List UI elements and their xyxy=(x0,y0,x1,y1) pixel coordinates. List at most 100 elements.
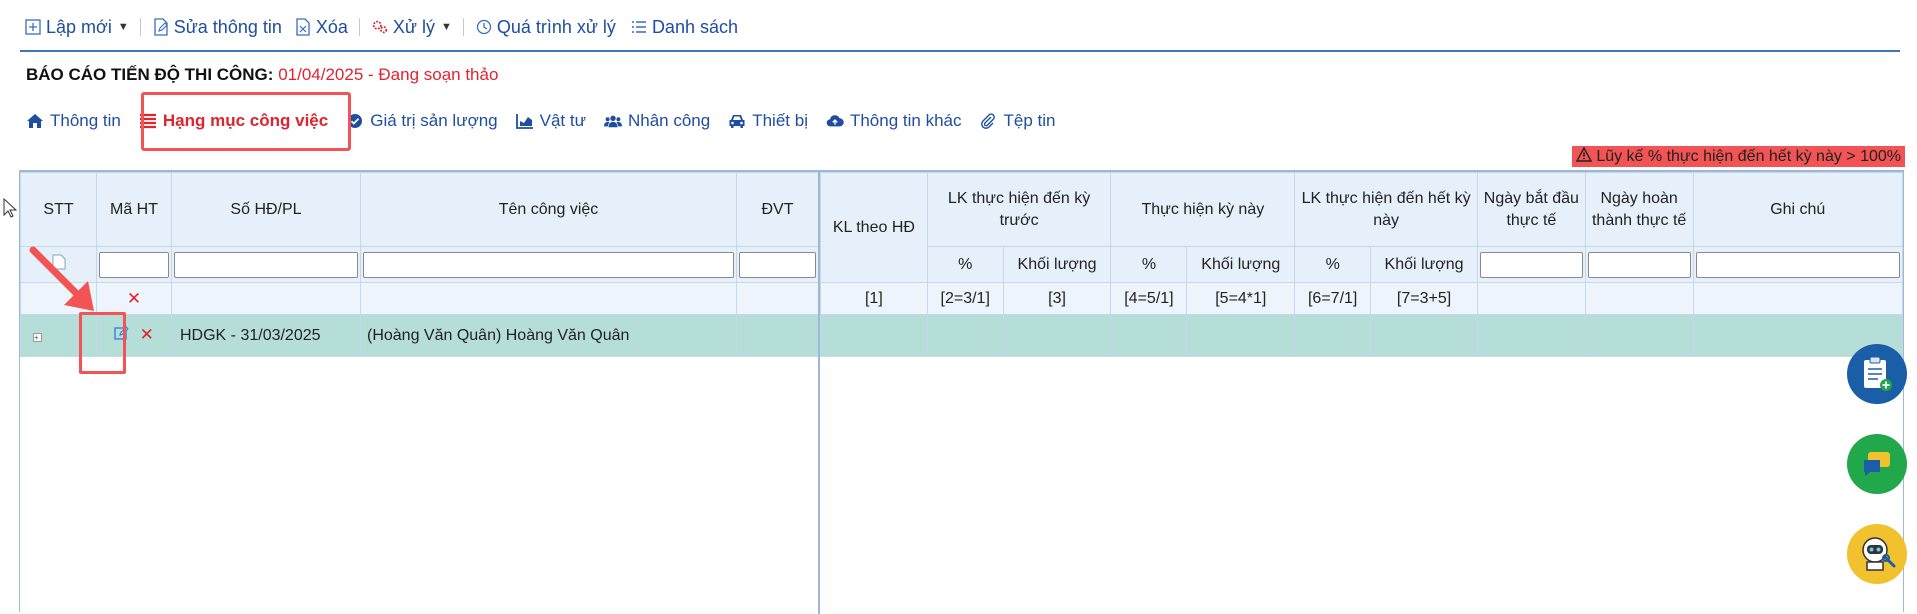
data-cell[interactable] xyxy=(926,314,1004,357)
col-header-kl-theo-hd[interactable]: KL theo HĐ xyxy=(820,172,928,283)
list-button[interactable]: Danh sách xyxy=(630,17,738,38)
formula-cell xyxy=(1584,282,1694,315)
warning-icon xyxy=(1576,146,1593,167)
col-header-stt[interactable]: STT xyxy=(20,172,97,247)
users-icon xyxy=(603,112,622,130)
tab-output-value[interactable]: Giá trị sản lượng xyxy=(346,111,498,131)
chevron-down-icon: ▼ xyxy=(117,21,129,33)
subheader-pct: % xyxy=(926,246,1004,283)
mouse-cursor-icon xyxy=(3,198,17,218)
col-header-ngay-bat-dau[interactable]: Ngày bắt đầu thực tế xyxy=(1476,172,1586,247)
formula-cell xyxy=(360,282,737,315)
formula-cell: [1] xyxy=(820,282,928,315)
data-cell[interactable] xyxy=(1110,314,1188,357)
filter-ma-ht-input[interactable] xyxy=(99,251,169,278)
list-icon xyxy=(630,18,648,36)
annotation-arrow-icon xyxy=(29,246,94,311)
filter-ngay-bat-dau-input[interactable] xyxy=(1479,251,1583,278)
formula-cell xyxy=(1692,282,1904,315)
warning-text: Lũy kế % thực hiện đến hết kỳ này > 100% xyxy=(1596,147,1901,165)
work-name-cell[interactable]: (Hoàng Văn Quân) Hoàng Văn Quân xyxy=(360,314,737,357)
data-cell[interactable] xyxy=(1370,314,1478,357)
clock-icon xyxy=(475,18,493,36)
toolbar-divider xyxy=(358,18,360,36)
delete-document-icon xyxy=(294,18,312,36)
car-icon xyxy=(728,112,746,130)
filter-ghi-chu-input[interactable] xyxy=(1695,251,1900,278)
bar-chart-icon xyxy=(515,112,534,130)
edit-document-icon xyxy=(152,18,170,36)
formula-cell: [4=5/1] xyxy=(1110,282,1188,315)
toolbar: Lập mới ▼ Sửa thông tin Xóa Xử lý ▼ Quá … xyxy=(24,12,738,42)
list-label: Danh sách xyxy=(651,16,738,37)
formula-cell xyxy=(1476,282,1586,315)
formula-cell xyxy=(171,282,361,315)
edit-info-button[interactable]: Sửa thông tin xyxy=(152,17,282,38)
process-button[interactable]: Xử lý ▼ xyxy=(371,17,452,38)
filter-dvt-input[interactable] xyxy=(739,251,816,278)
table-row[interactable]: + ✕ HDGK - 31/03/2025 (Hoàng Văn Quân) H… xyxy=(20,314,819,357)
toolbar-divider-line xyxy=(20,50,1900,52)
report-title-label: BÁO CÁO TIẾN ĐỘ THI CÔNG: xyxy=(26,65,274,84)
tab-other-info[interactable]: Thông tin khác xyxy=(826,111,962,131)
col-header-lk-het-ky[interactable]: LK thực hiện đến hết kỳ này xyxy=(1294,172,1478,247)
contract-number-cell[interactable]: HDGK - 31/03/2025 xyxy=(171,314,361,357)
subheader-qty: Khối lượng xyxy=(1002,246,1112,283)
unit-cell[interactable] xyxy=(736,314,819,357)
grid-left-pane: STT Mã HT Số HĐ/PL Tên công việc ĐVT ✕ + xyxy=(20,172,819,357)
toolbar-divider xyxy=(139,18,141,36)
delete-button[interactable]: Xóa xyxy=(294,17,348,38)
new-button[interactable]: Lập mới ▼ xyxy=(24,17,129,38)
data-cell[interactable] xyxy=(820,314,928,357)
subheader-pct: % xyxy=(1294,246,1372,283)
col-header-ma-ht[interactable]: Mã HT xyxy=(96,172,172,247)
gears-icon xyxy=(371,18,389,36)
cloud-upload-icon xyxy=(826,112,844,130)
clear-filter-icon[interactable]: ✕ xyxy=(127,289,141,308)
data-cell[interactable] xyxy=(1294,314,1372,357)
active-tab-highlight xyxy=(141,92,351,151)
filter-ngay-hoan-thanh-input[interactable] xyxy=(1587,251,1691,278)
tab-info[interactable]: Thông tin xyxy=(26,111,121,131)
chat-button[interactable] xyxy=(1847,434,1907,494)
data-cell[interactable] xyxy=(1476,314,1586,357)
filter-so-hd-input[interactable] xyxy=(174,251,358,278)
expand-icon[interactable]: + xyxy=(33,332,42,342)
col-header-so-hd[interactable]: Số HĐ/PL xyxy=(171,172,361,247)
tab-label: Tệp tin xyxy=(1003,111,1056,130)
data-cell[interactable] xyxy=(1002,314,1112,357)
tab-label: Nhân công xyxy=(627,111,711,130)
clipboard-add-button[interactable] xyxy=(1847,344,1907,404)
data-cell[interactable] xyxy=(1584,314,1694,357)
tab-equipment[interactable]: Thiết bị xyxy=(728,111,808,131)
col-header-ten-cong-viec[interactable]: Tên công việc xyxy=(360,172,737,247)
col-header-lk-truoc[interactable]: LK thực hiện đến kỳ trước xyxy=(926,172,1112,247)
history-button[interactable]: Quá trình xử lý xyxy=(475,17,616,38)
formula-row: ✕ xyxy=(20,282,819,315)
formula-cell xyxy=(736,282,819,315)
data-cell[interactable] xyxy=(1186,314,1296,357)
assistant-bot-button[interactable] xyxy=(1847,524,1907,584)
filter-cell xyxy=(171,246,361,283)
col-header-ghi-chu[interactable]: Ghi chú xyxy=(1692,172,1904,247)
toolbar-divider xyxy=(462,18,464,36)
tab-label: Thông tin khác xyxy=(849,111,962,130)
formula-row: [1] [2=3/1] [3] [4=5/1] [5=4*1] [6=7/1] … xyxy=(820,282,1904,315)
tab-files[interactable]: Tệp tin xyxy=(979,111,1055,131)
delete-row-icon[interactable]: ✕ xyxy=(140,325,154,344)
filter-ten-cong-viec-input[interactable] xyxy=(363,251,734,278)
subheader-qty: Khối lượng xyxy=(1370,246,1478,283)
tab-labor[interactable]: Nhân công xyxy=(603,111,711,131)
table-row[interactable] xyxy=(820,314,1904,357)
col-header-ngay-hoan-thanh[interactable]: Ngày hoàn thành thực tế xyxy=(1584,172,1694,247)
grid-right-pane: KL theo HĐ LK thực hiện đến kỳ trước Thự… xyxy=(820,172,1904,357)
col-header-th-ky-nay[interactable]: Thực hiện kỳ này xyxy=(1110,172,1296,247)
tab-materials[interactable]: Vật tư xyxy=(515,111,586,131)
header-row: KL theo HĐ LK thực hiện đến kỳ trước Thự… xyxy=(820,172,1904,283)
filter-cell xyxy=(736,246,819,283)
home-icon xyxy=(26,112,44,130)
clipboard-add-icon xyxy=(1864,356,1892,391)
formula-cell: [7=3+5] xyxy=(1370,282,1478,315)
subheader-filter-row: % Khối lượng % Khối lượng % Khối lượng xyxy=(821,246,1904,283)
col-header-dvt[interactable]: ĐVT xyxy=(736,172,819,247)
